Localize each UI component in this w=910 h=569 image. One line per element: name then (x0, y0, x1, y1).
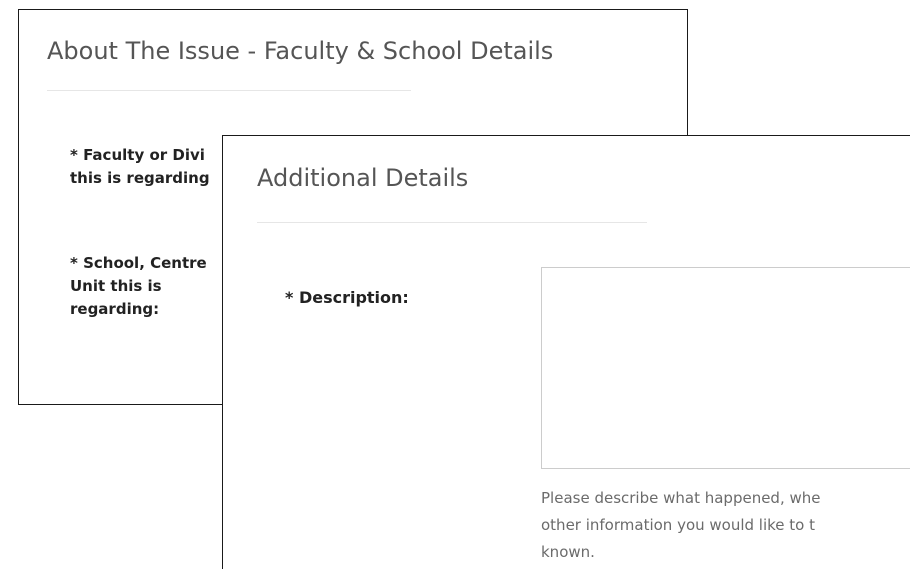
help-text-line: known. (541, 543, 595, 561)
issue-panel-divider (47, 90, 411, 91)
details-panel-divider (257, 222, 647, 223)
school-label-line: * School, Centre (70, 254, 207, 272)
school-field-label: * School, Centre Unit this is regarding: (70, 252, 207, 321)
faculty-label-line: this is regarding (70, 169, 210, 187)
additional-details-panel: Additional Details * Description: Please… (222, 135, 910, 569)
details-panel-title: Additional Details (257, 164, 469, 192)
description-textarea[interactable] (541, 267, 910, 469)
description-field-label: * Description: (285, 288, 409, 307)
faculty-field-label: * Faculty or Divi this is regarding (70, 144, 210, 190)
screenshot-stage: About The Issue - Faculty & School Detai… (0, 0, 910, 569)
faculty-label-line: * Faculty or Divi (70, 146, 205, 164)
school-label-line: regarding: (70, 300, 160, 318)
school-label-line: Unit this is (70, 277, 162, 295)
description-help-text: Please describe what happened, whe other… (541, 485, 910, 566)
help-text-line: other information you would like to t (541, 516, 815, 534)
issue-panel-title: About The Issue - Faculty & School Detai… (47, 37, 554, 65)
help-text-line: Please describe what happened, whe (541, 489, 821, 507)
